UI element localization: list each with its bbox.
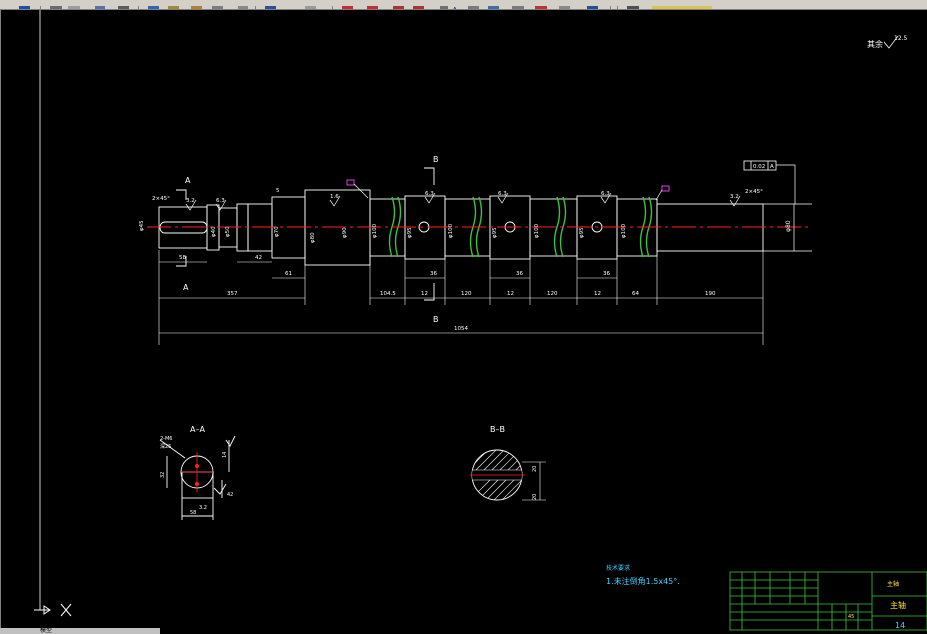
svg-text:357: 357 (227, 291, 238, 297)
svg-text:42: 42 (227, 492, 233, 498)
svg-text:104.5: 104.5 (380, 291, 396, 297)
dimension-texts: 58 42 61 36 36 36 357 104.5 12 120 12 12… (179, 255, 716, 332)
dia-label: φ50 (225, 226, 231, 237)
svg-text:64: 64 (632, 291, 639, 297)
section-aa-title: A–A (190, 425, 205, 434)
dia-label: φ80 (310, 232, 316, 243)
tolerance-value: 0.02 (753, 164, 765, 170)
bb-dim: 20 (532, 494, 538, 500)
roughness-note: 其余 (867, 39, 883, 49)
right-end-diameter: φ80 (785, 220, 792, 232)
dia-label: φ95 (492, 227, 498, 238)
aa-hole (195, 464, 199, 468)
dia-label: φ70 (274, 226, 280, 237)
svg-text:190: 190 (705, 291, 716, 297)
svg-text:58: 58 (190, 510, 196, 516)
svg-text:3.2: 3.2 (186, 198, 195, 204)
svg-text:12: 12 (507, 291, 514, 297)
dia-label: φ100 (621, 223, 627, 238)
svg-text:58: 58 (179, 255, 186, 261)
svg-text:120: 120 (547, 291, 558, 297)
notes-line: 1.未注倒角1.5x45°. (606, 576, 680, 586)
svg-text:2-M6: 2-M6 (160, 436, 172, 442)
dia-label: φ100 (448, 223, 454, 238)
dia-label: φ95 (579, 227, 585, 238)
svg-text:36: 36 (603, 271, 610, 277)
svg-text:42: 42 (255, 255, 262, 261)
bb-dim: 20 (532, 466, 538, 472)
magenta-markers (346, 179, 670, 201)
roughness-marks: 3.2 6.3 1.6 6.3 6.3 6.3 3.2 (186, 191, 739, 204)
dia-label: φ90 (342, 227, 348, 238)
dim-5: 5 (276, 188, 280, 194)
section-bb-title: B–B (490, 425, 505, 434)
dia-label: φ95 (407, 227, 413, 238)
total-length: 1054 (454, 326, 468, 332)
tolerance-frame: 0.02 A (743, 160, 796, 204)
dia-label: φ40 (211, 226, 217, 237)
section-bb-view: 20 20 (470, 449, 546, 501)
title-number: 14 (895, 621, 905, 630)
title-material: 45 (848, 614, 854, 620)
title-name-large: 主轴 (890, 600, 906, 610)
title-name-small: 主轴 (887, 580, 899, 588)
svg-text:14: 14 (222, 452, 228, 458)
svg-text:120: 120 (461, 291, 472, 297)
svg-text:36: 36 (516, 271, 523, 277)
svg-text:61: 61 (285, 271, 292, 277)
section-a-bottom: A (183, 283, 189, 292)
svg-text:12: 12 (594, 291, 601, 297)
dia-label: φ100 (534, 223, 540, 238)
notes-title: 技术要求 (606, 564, 630, 572)
section-b-bottom: B (433, 315, 439, 324)
svg-text:3.2: 3.2 (199, 505, 207, 511)
svg-text:3.2: 3.2 (730, 194, 739, 200)
section-a-top: A (185, 176, 191, 185)
section-b-top: B (433, 155, 439, 164)
chamfer-left: 2×45° (152, 196, 170, 202)
svg-text:12: 12 (421, 291, 428, 297)
svg-text:32: 32 (160, 472, 166, 478)
aa-hole (195, 482, 199, 486)
standard-toolbar: A (0, 0, 927, 10)
dia-label: φ100 (372, 223, 378, 238)
dia-left: φ45 (139, 220, 145, 231)
tolerance-ref: A (770, 164, 774, 170)
svg-text:深25: 深25 (160, 443, 171, 450)
model-layout-tabs[interactable]: 模型 (0, 625, 160, 634)
chamfer-right: 2×45° (745, 189, 763, 195)
drawing-canvas[interactable]: 其余 12.5 φ80 φ45 φ40 φ50 φ70 φ80 φ90 φ100… (0, 10, 927, 634)
roughness-value: 12.5 (894, 35, 908, 42)
diameter-labels: φ45 φ40 φ50 φ70 φ80 φ90 φ100 φ95 φ100 φ9… (139, 220, 627, 243)
svg-text:36: 36 (430, 271, 437, 277)
model-tab[interactable]: 模型 (40, 625, 52, 634)
